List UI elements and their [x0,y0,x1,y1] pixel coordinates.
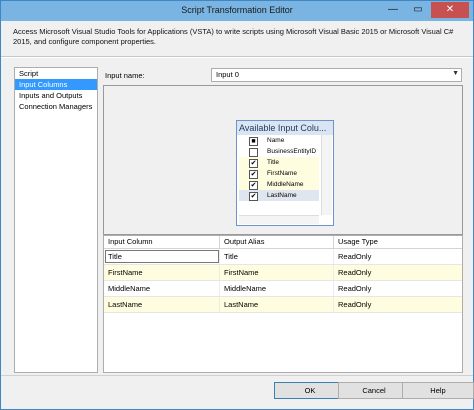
minimize-button[interactable]: — [381,2,405,18]
grid-header-row: Input Column Output Alias Usage Type [104,236,462,249]
nav-item-connection-managers[interactable]: Connection Managers [15,101,97,112]
input-column-cell[interactable]: Title [104,249,220,264]
usage-type-cell[interactable]: ReadOnly [334,297,462,312]
input-name-label: Input name: [105,71,145,80]
cancel-button[interactable]: Cancel [338,382,410,399]
nav-item-inputs-and-outputs[interactable]: Inputs and Outputs [15,90,97,101]
maximize-button[interactable]: ▭ [406,2,430,18]
ok-button[interactable]: OK [274,382,346,399]
vertical-scrollbar[interactable] [321,135,332,215]
input-column-cell[interactable]: FirstName [104,265,220,280]
output-alias-cell[interactable]: FirstName [220,265,334,280]
table-row[interactable]: LastName LastName ReadOnly [104,297,462,313]
table-row[interactable]: FirstName FirstName ReadOnly [104,265,462,281]
available-input-columns-box[interactable]: Available Input Colu... ■ Name BusinessE… [236,120,334,226]
table-row[interactable]: Title Title ReadOnly [104,249,462,265]
column-checkbox[interactable]: ✔ [249,192,258,201]
input-column-cell[interactable]: MiddleName [104,281,220,296]
column-checkbox[interactable] [249,148,258,157]
page-navigation: Script Input Columns Inputs and Outputs … [14,67,98,373]
output-alias-cell[interactable]: MiddleName [220,281,334,296]
header-output-alias[interactable]: Output Alias [220,236,334,248]
header-divider [1,56,473,58]
column-row-name[interactable]: ■ Name [239,135,319,146]
help-button[interactable]: Help [402,382,474,399]
column-row-lastname[interactable]: ✔ LastName [239,190,319,201]
column-row-middlename[interactable]: ✔ MiddleName [239,179,319,190]
footer-divider [1,375,473,376]
columns-designer-area: Available Input Colu... ■ Name BusinessE… [103,85,463,235]
column-name: Name [267,137,285,144]
close-button[interactable]: ✕ [431,2,469,18]
nav-item-input-columns[interactable]: Input Columns [15,79,97,90]
input-name-select[interactable]: Input 0 ▼ [211,68,462,82]
available-columns-list: ■ Name BusinessEntityID ✔ Title ✔ FirstN… [239,135,319,215]
table-row[interactable]: MiddleName MiddleName ReadOnly [104,281,462,297]
input-columns-grid: Input Column Output Alias Usage Type Tit… [103,235,463,373]
column-name: MiddleName [267,181,304,188]
column-checkbox[interactable]: ✔ [249,181,258,190]
header-usage-type[interactable]: Usage Type [334,236,462,248]
column-name: FirstName [267,170,297,177]
header-input-column[interactable]: Input Column [104,236,220,248]
column-row-businessentityid[interactable]: BusinessEntityID [239,146,319,157]
nav-item-script[interactable]: Script [15,68,97,79]
column-name: LastName [267,192,297,199]
dialog-window: Script Transformation Editor — ▭ ✕ Acces… [0,0,474,410]
chevron-down-icon: ▼ [452,70,459,77]
output-alias-cell[interactable]: LastName [220,297,334,312]
available-columns-title: Available Input Colu... [237,121,333,135]
column-name: Title [267,159,280,166]
output-alias-cell[interactable]: Title [220,249,334,264]
select-all-checkbox[interactable]: ■ [249,137,258,146]
input-column-cell[interactable]: LastName [104,297,220,312]
column-row-title[interactable]: ✔ Title [239,157,319,168]
column-checkbox[interactable]: ✔ [249,159,258,168]
horizontal-scrollbar[interactable] [239,215,319,224]
usage-type-cell[interactable]: ReadOnly [334,265,462,280]
usage-type-cell[interactable]: ReadOnly [334,249,462,264]
usage-type-cell[interactable]: ReadOnly [334,281,462,296]
column-checkbox[interactable]: ✔ [249,170,258,179]
column-row-firstname[interactable]: ✔ FirstName [239,168,319,179]
input-name-value: Input 0 [216,70,239,79]
column-name: BusinessEntityID [267,148,317,155]
title-bar[interactable]: Script Transformation Editor — ▭ ✕ [1,1,473,21]
description-text: Access Microsoft Visual Studio Tools for… [13,27,454,46]
